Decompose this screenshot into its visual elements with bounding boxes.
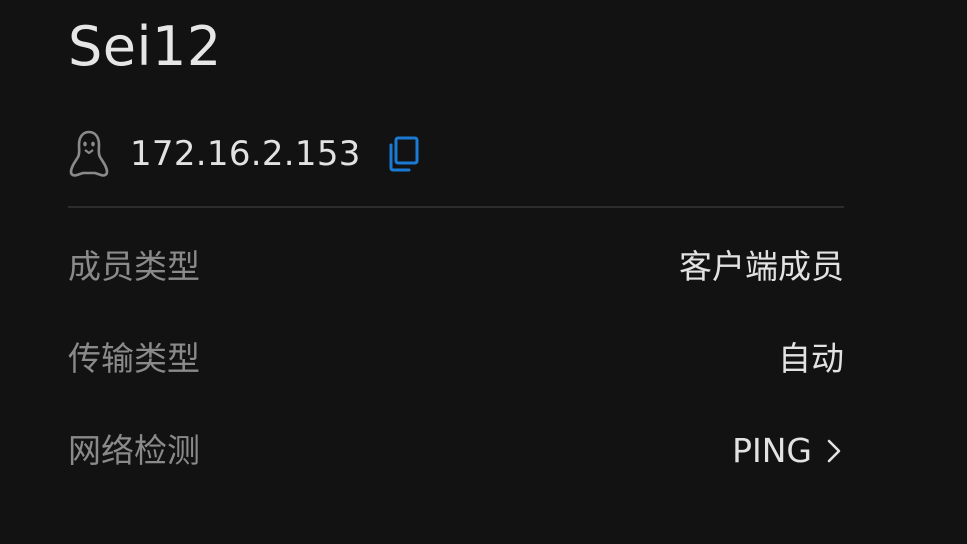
linux-penguin-icon [68, 129, 112, 179]
network-check-label: 网络检测 [68, 431, 200, 470]
transport-type-label: 传输类型 [68, 339, 200, 378]
row-transport-type: 传输类型 自动 [68, 333, 844, 385]
divider [68, 206, 844, 208]
copy-ip-button[interactable] [383, 133, 423, 175]
transport-type-value: 自动 [778, 339, 844, 378]
ip-row: 172.16.2.153 [68, 128, 423, 180]
row-network-check[interactable]: 网络检测 PING [68, 425, 844, 477]
copy-icon [385, 135, 421, 173]
member-type-label: 成员类型 [68, 247, 200, 286]
device-detail-panel: Sei12 172.16.2.153 成员类型 客户端成员 传输类型 自动 网络… [0, 0, 967, 544]
network-check-value: PING [732, 431, 812, 470]
row-member-type: 成员类型 客户端成员 [68, 241, 844, 293]
network-check-value-group[interactable]: PING [732, 425, 844, 477]
device-name: Sei12 [68, 15, 222, 78]
ip-address: 172.16.2.153 [130, 134, 361, 174]
member-type-value: 客户端成员 [679, 247, 844, 286]
chevron-right-icon [824, 436, 844, 466]
